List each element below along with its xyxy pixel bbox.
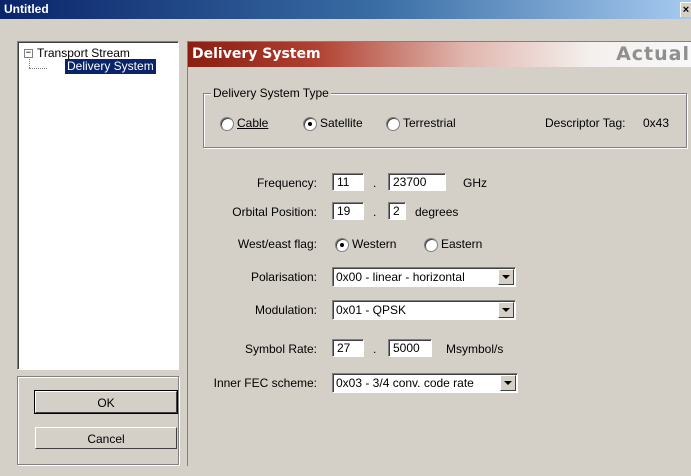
symbol-rate-unit: Msymbol/s xyxy=(446,342,504,356)
collapse-icon[interactable]: − xyxy=(24,49,33,58)
orbital-integer-input[interactable]: 19 xyxy=(332,202,364,220)
title-bar: Untitled × xyxy=(0,0,691,19)
polarisation-value: 0x00 - linear - horizontal xyxy=(336,270,465,284)
orbital-fraction-input[interactable]: 2 xyxy=(388,202,406,220)
radio-satellite-label[interactable]: Satellite xyxy=(320,116,363,130)
tree-connector xyxy=(29,68,47,69)
modulation-label: Modulation: xyxy=(254,303,317,317)
frequency-label: Frequency: xyxy=(256,176,317,190)
symbol-rate-separator: . xyxy=(373,342,377,356)
modulation-select[interactable]: 0x01 - QPSK xyxy=(332,300,516,320)
chevron-down-icon[interactable] xyxy=(500,375,516,391)
symbol-rate-integer-input[interactable]: 27 xyxy=(332,339,364,357)
radio-satellite[interactable] xyxy=(303,117,317,131)
descriptor-tag-value: 0x43 xyxy=(643,116,670,130)
radio-terrestrial-label[interactable]: Terrestrial xyxy=(403,116,456,130)
cancel-button[interactable]: Cancel xyxy=(35,427,177,449)
orbital-unit: degrees xyxy=(415,205,459,219)
ok-button[interactable]: OK xyxy=(34,390,178,414)
west-east-flag-label: West/east flag: xyxy=(237,237,317,251)
polarisation-label: Polarisation: xyxy=(250,270,317,284)
close-icon[interactable]: × xyxy=(680,2,691,17)
radio-eastern-label[interactable]: Eastern xyxy=(441,237,482,251)
modulation-value: 0x01 - QPSK xyxy=(336,303,407,317)
radio-terrestrial[interactable] xyxy=(386,117,400,131)
inner-fec-value: 0x03 - 3/4 conv. code rate xyxy=(336,376,474,390)
descriptor-tag-label: Descriptor Tag: xyxy=(545,116,626,130)
radio-cable[interactable] xyxy=(220,117,234,131)
inner-fec-select[interactable]: 0x03 - 3/4 conv. code rate xyxy=(332,373,518,393)
panel-header: Delivery System Actual xyxy=(188,42,691,67)
polarisation-select[interactable]: 0x00 - linear - horizontal xyxy=(332,267,516,287)
panel-title: Delivery System xyxy=(192,46,321,62)
symbol-rate-fraction-input[interactable]: 5000 xyxy=(388,339,432,357)
frequency-separator: . xyxy=(373,176,377,190)
frequency-fraction-input[interactable]: 23700 xyxy=(388,173,446,191)
button-group: OK Cancel xyxy=(17,376,179,465)
frequency-integer-input[interactable]: 11 xyxy=(332,173,364,191)
radio-eastern[interactable] xyxy=(424,238,438,252)
frequency-unit: GHz xyxy=(463,176,487,190)
tree-item-transport-stream[interactable]: Transport Stream xyxy=(37,46,130,60)
symbol-rate-label: Symbol Rate: xyxy=(244,342,317,356)
tree-view[interactable]: − Transport Stream Delivery System xyxy=(17,41,179,370)
radio-western-label[interactable]: Western xyxy=(352,237,396,251)
chevron-down-icon[interactable] xyxy=(498,269,514,285)
delivery-type-group-label: Delivery System Type xyxy=(211,86,331,100)
radio-western[interactable] xyxy=(335,238,349,252)
tree-item-delivery-system[interactable]: Delivery System xyxy=(65,59,156,74)
actual-label: Actual xyxy=(616,43,690,65)
inner-fec-label: Inner FEC scheme: xyxy=(213,376,317,390)
orbital-separator: . xyxy=(373,205,377,219)
tree-connector xyxy=(29,59,30,68)
radio-cable-label[interactable]: Cable xyxy=(237,116,268,130)
delivery-system-panel: Delivery System Actual Delivery System T… xyxy=(187,41,691,466)
orbital-position-label: Orbital Position: xyxy=(232,205,317,219)
chevron-down-icon[interactable] xyxy=(498,302,514,318)
window-title: Untitled xyxy=(4,2,49,16)
